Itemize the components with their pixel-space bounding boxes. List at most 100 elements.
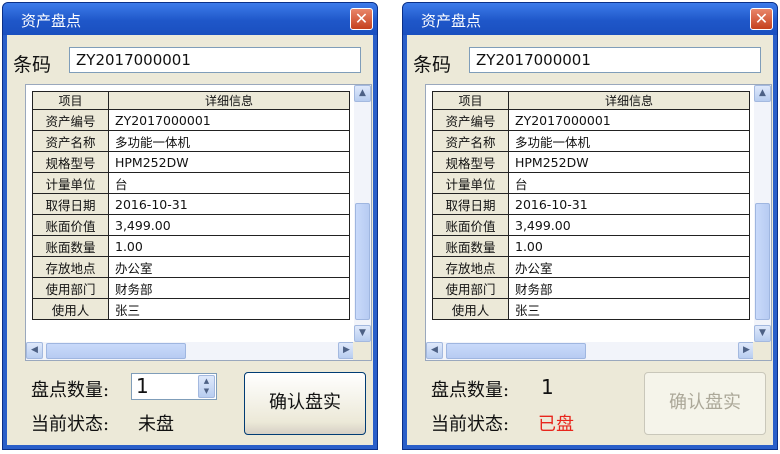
close-icon[interactable]: ✕ <box>350 8 373 30</box>
row-key: 计量单位 <box>432 172 509 194</box>
table-row[interactable]: 规格型号 HPM252DW <box>32 151 350 173</box>
qty-label: 盘点数量: <box>31 380 110 401</box>
horizontal-scrollbar[interactable]: ◀ ▶ <box>426 342 755 360</box>
row-key: 取得日期 <box>432 193 509 215</box>
details-grid: 项目 详细信息 资产编号 ZY2017000001 资产名称 多功能一体机 规格型号… <box>25 84 372 361</box>
row-value: 3,499.00 <box>508 214 750 236</box>
table-row[interactable]: 取得日期 2016-10-31 <box>32 193 350 215</box>
qty-label: 盘点数量: <box>431 380 510 401</box>
table-header-row: 项目 详细信息 <box>432 91 750 110</box>
scroll-up-icon[interactable]: ▲ <box>354 85 371 102</box>
row-key: 账面价值 <box>32 214 109 236</box>
row-value: ZY2017000001 <box>508 109 750 131</box>
status-label: 当前状态: <box>31 414 110 435</box>
row-key: 存放地点 <box>32 256 109 278</box>
row-value: 办公室 <box>508 256 750 278</box>
horizontal-scroll-thumb[interactable] <box>46 343 186 359</box>
row-value: ZY2017000001 <box>108 109 350 131</box>
row-value: HPM252DW <box>508 151 750 173</box>
window-client: 条码 ZY2017000001 项目 详细信息 资产编号 ZY2017000001… <box>407 35 773 445</box>
vertical-scrollbar[interactable]: ▲ ▼ <box>754 85 771 342</box>
table-row[interactable]: 资产编号 ZY2017000001 <box>432 109 750 131</box>
vertical-scrollbar[interactable]: ▲ ▼ <box>354 85 371 342</box>
details-grid: 项目 详细信息 资产编号 ZY2017000001 资产名称 多功能一体机 规格型号… <box>425 84 772 361</box>
table-row[interactable]: 账面价值 3,499.00 <box>432 214 750 236</box>
vertical-scroll-thumb[interactable] <box>355 203 370 320</box>
window-title: 资产盘点 <box>421 12 482 30</box>
details-table: 项目 详细信息 资产编号 ZY2017000001 资产名称 多功能一体机 规格型号… <box>32 91 350 320</box>
row-value: 1.00 <box>108 235 350 257</box>
row-value: 张三 <box>508 298 750 320</box>
title-bar[interactable]: 资产盘点 ✕ <box>403 3 777 35</box>
scroll-down-icon[interactable]: ▼ <box>754 325 771 342</box>
confirm-button[interactable]: 确认盘实 <box>244 372 366 435</box>
row-key: 使用人 <box>32 298 109 320</box>
title-bar[interactable]: 资产盘点 ✕ <box>3 3 377 35</box>
row-value: 财务部 <box>108 277 350 299</box>
window-title: 资产盘点 <box>21 12 82 30</box>
scroll-left-icon[interactable]: ◀ <box>426 342 443 359</box>
table-row[interactable]: 资产编号 ZY2017000001 <box>32 109 350 131</box>
column-header-item[interactable]: 项目 <box>32 91 109 110</box>
barcode-input[interactable]: ZY2017000001 <box>69 47 361 73</box>
row-value: 3,499.00 <box>108 214 350 236</box>
table-row[interactable]: 存放地点 办公室 <box>432 256 750 278</box>
row-value: 2016-10-31 <box>108 193 350 215</box>
quantity-value: 1 <box>541 375 554 399</box>
barcode-input[interactable]: ZY2017000001 <box>469 47 761 73</box>
row-key: 存放地点 <box>432 256 509 278</box>
close-icon[interactable]: ✕ <box>750 8 773 30</box>
quantity-stepper[interactable]: 1 ▲ ▼ <box>131 373 217 400</box>
row-value: 1.00 <box>508 235 750 257</box>
table-row[interactable]: 存放地点 办公室 <box>32 256 350 278</box>
table-row[interactable]: 资产名称 多功能一体机 <box>32 130 350 152</box>
asset-check-window-right: 资产盘点 ✕ 条码 ZY2017000001 项目 详细信息 资产编号 ZY201… <box>402 2 778 450</box>
row-value: 台 <box>508 172 750 194</box>
table-row[interactable]: 资产名称 多功能一体机 <box>432 130 750 152</box>
row-key: 使用部门 <box>32 277 109 299</box>
row-key: 资产名称 <box>32 130 109 152</box>
row-key: 使用人 <box>432 298 509 320</box>
row-value: 多功能一体机 <box>108 130 350 152</box>
row-key: 账面数量 <box>432 235 509 257</box>
confirm-button: 确认盘实 <box>644 372 766 435</box>
details-table: 项目 详细信息 资产编号 ZY2017000001 资产名称 多功能一体机 规格型号… <box>432 91 750 320</box>
table-row[interactable]: 使用人 张三 <box>432 298 750 320</box>
vertical-scroll-thumb[interactable] <box>755 203 770 320</box>
row-value: 多功能一体机 <box>508 130 750 152</box>
table-row[interactable]: 计量单位台 <box>432 172 750 194</box>
horizontal-scrollbar[interactable]: ◀ ▶ <box>26 342 355 360</box>
column-header-detail[interactable]: 详细信息 <box>508 91 750 110</box>
table-header-row: 项目 详细信息 <box>32 91 350 110</box>
spin-arrows-icon[interactable]: ▲ ▼ <box>198 375 215 398</box>
scroll-up-icon[interactable]: ▲ <box>754 85 771 102</box>
row-value: 办公室 <box>108 256 350 278</box>
row-key: 计量单位 <box>32 172 109 194</box>
window-client: 条码 ZY2017000001 项目 详细信息 资产编号 ZY2017000001… <box>7 35 373 445</box>
row-key: 资产名称 <box>432 130 509 152</box>
table-row[interactable]: 规格型号 HPM252DW <box>432 151 750 173</box>
row-key: 使用部门 <box>432 277 509 299</box>
table-row[interactable]: 账面数量 1.00 <box>32 235 350 257</box>
status-value: 已盘 <box>538 414 574 435</box>
scrollbar-corner <box>753 342 771 360</box>
table-row[interactable]: 账面价值 3,499.00 <box>32 214 350 236</box>
column-header-detail[interactable]: 详细信息 <box>108 91 350 110</box>
table-row[interactable]: 取得日期 2016-10-31 <box>432 193 750 215</box>
scroll-down-icon[interactable]: ▼ <box>354 325 371 342</box>
column-header-item[interactable]: 项目 <box>432 91 509 110</box>
table-row[interactable]: 账面数量 1.00 <box>432 235 750 257</box>
table-row[interactable]: 计量单位台 <box>32 172 350 194</box>
row-value: 张三 <box>108 298 350 320</box>
horizontal-scroll-thumb[interactable] <box>446 343 586 359</box>
table-row[interactable]: 使用部门 财务部 <box>432 277 750 299</box>
barcode-label: 条码 <box>13 54 52 76</box>
row-key: 账面数量 <box>32 235 109 257</box>
row-key: 资产编号 <box>32 109 109 131</box>
scroll-left-icon[interactable]: ◀ <box>26 342 43 359</box>
row-key: 取得日期 <box>32 193 109 215</box>
table-row[interactable]: 使用人 张三 <box>32 298 350 320</box>
row-value: 财务部 <box>508 277 750 299</box>
table-row[interactable]: 使用部门 财务部 <box>32 277 350 299</box>
barcode-label: 条码 <box>413 54 452 76</box>
